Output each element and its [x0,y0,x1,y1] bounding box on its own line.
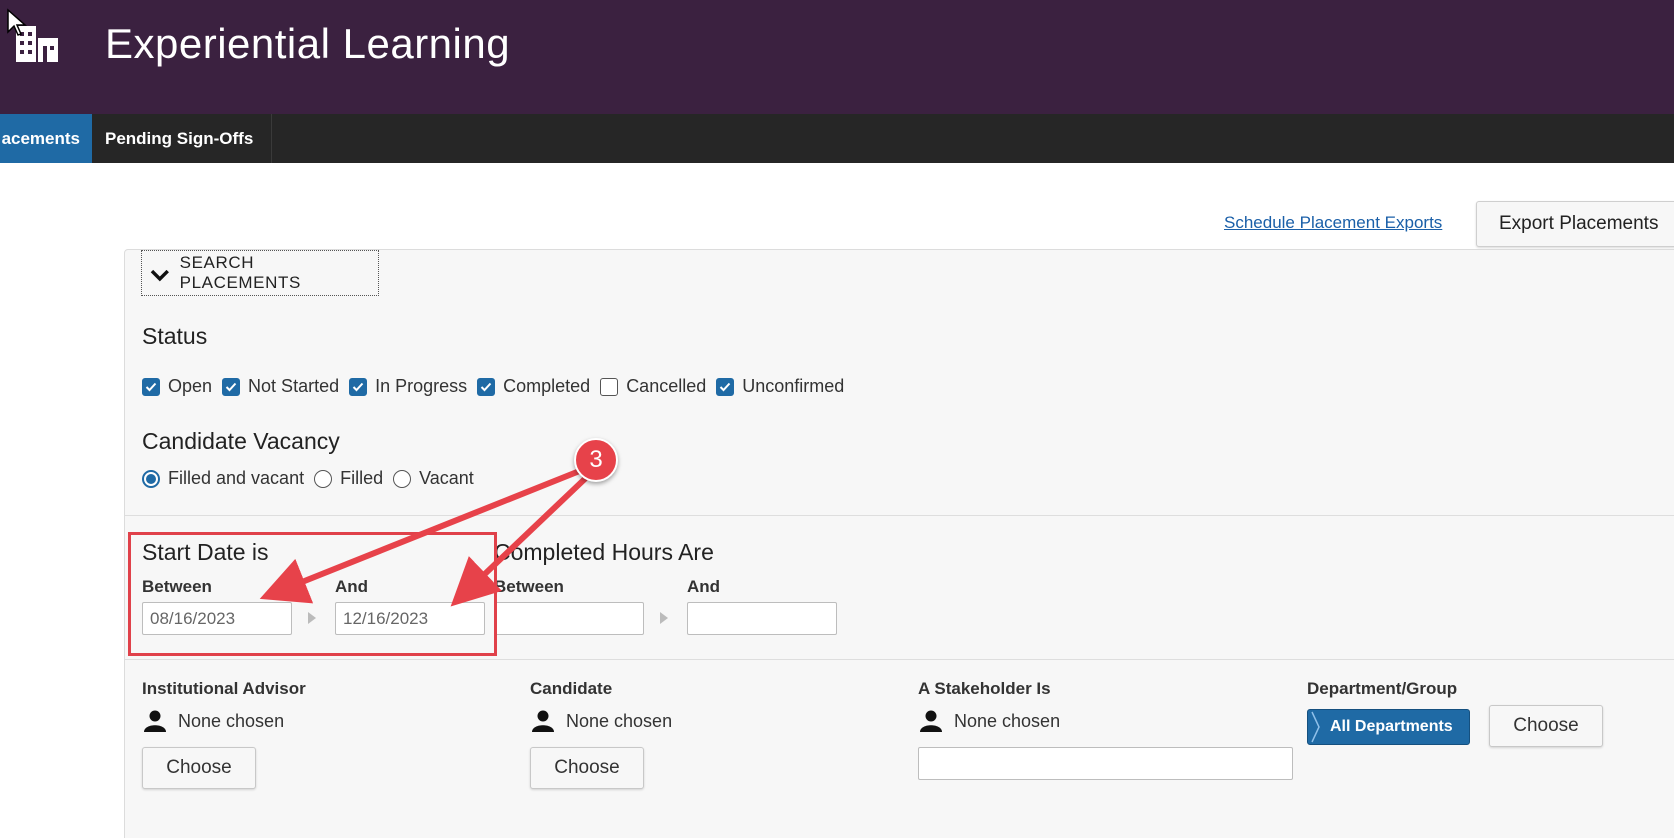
advisor-choose-button[interactable]: Choose [142,747,256,789]
checkbox-label: Not Started [248,376,340,396]
candidate-value-text: None chosen [566,710,673,731]
person-icon [144,710,166,732]
section-divider [125,515,1674,516]
checkbox-in-progress[interactable] [349,377,368,396]
tag-notch-icon [1311,711,1320,743]
checkbox-label: In Progress [375,376,468,396]
checkbox-label: Open [168,376,213,396]
department-label: Department/Group [1307,679,1458,698]
hours-and-label: And [687,577,721,596]
candidate-value: None chosen [532,710,672,732]
hours-to-input[interactable] [687,602,837,635]
mouse-cursor-icon [7,8,27,36]
radio-label: Vacant [419,468,474,488]
annotation-step-badge: 3 [574,438,618,482]
export-placements-button[interactable]: Export Placements [1476,201,1674,247]
check-icon [352,382,364,391]
main-nav: acements Pending Sign-Offs [0,114,1674,163]
status-options: Open Not Started In Progress Completed C… [142,376,854,397]
hours-from-input[interactable] [494,602,644,635]
search-placements-toggle[interactable]: SEARCH PLACEMENTS [141,250,379,296]
chevron-down-icon [150,269,169,282]
stakeholder-value-text: None chosen [954,710,1061,731]
check-icon [480,382,492,391]
radio-filled-and-vacant[interactable] [142,469,160,488]
checkbox-open[interactable] [142,377,160,396]
candidate-label: Candidate [530,679,613,698]
range-arrow-icon [660,612,668,624]
section-divider [125,659,1674,660]
candidate-choose-button[interactable]: Choose [530,747,644,789]
person-icon [920,710,942,732]
search-toggle-label: SEARCH PLACEMENTS [179,253,301,292]
advisor-value: None chosen [144,710,284,732]
department-tag[interactable]: All Departments [1307,709,1470,745]
person-icon [532,710,554,732]
check-icon [145,382,157,391]
radio-label: Filled [340,468,384,488]
checkbox-not-started[interactable] [222,377,241,396]
department-choose-button[interactable]: Choose [1489,705,1603,747]
checkbox-label: Cancelled [626,376,707,396]
stakeholder-value: None chosen [920,710,1060,732]
radio-label: Filled and vacant [168,468,305,488]
checkbox-label: Completed [503,376,591,396]
tab-placements[interactable]: acements [0,114,92,163]
radio-vacant[interactable] [393,469,412,488]
checkbox-cancelled[interactable] [600,377,619,396]
check-icon [720,382,731,391]
checkbox-label: Unconfirmed [742,376,845,396]
status-title: Status [142,323,208,349]
vacancy-title: Candidate Vacancy [142,428,340,454]
app-header: Experiential Learning [0,0,1674,114]
stakeholder-search-input[interactable] [918,747,1293,780]
advisor-label: Institutional Advisor [142,679,306,698]
advisor-value-text: None chosen [178,710,285,731]
department-tag-label: All Departments [1330,718,1453,735]
completed-hours-title: Completed Hours Are [494,539,714,565]
checkbox-unconfirmed[interactable] [716,377,735,396]
hours-between-label: Between [494,577,564,596]
schedule-exports-link[interactable]: Schedule Placement Exports [1224,213,1442,233]
tab-pending-sign-offs[interactable]: Pending Sign-Offs [92,114,272,163]
stakeholder-label: A Stakeholder Is [918,679,1051,698]
vacancy-options: Filled and vacant Filled Vacant [142,468,484,489]
checkbox-completed[interactable] [477,377,496,396]
annotation-highlight-box [128,532,497,656]
check-icon [225,382,237,391]
radio-filled[interactable] [314,469,333,488]
app-title: Experiential Learning [105,20,511,67]
